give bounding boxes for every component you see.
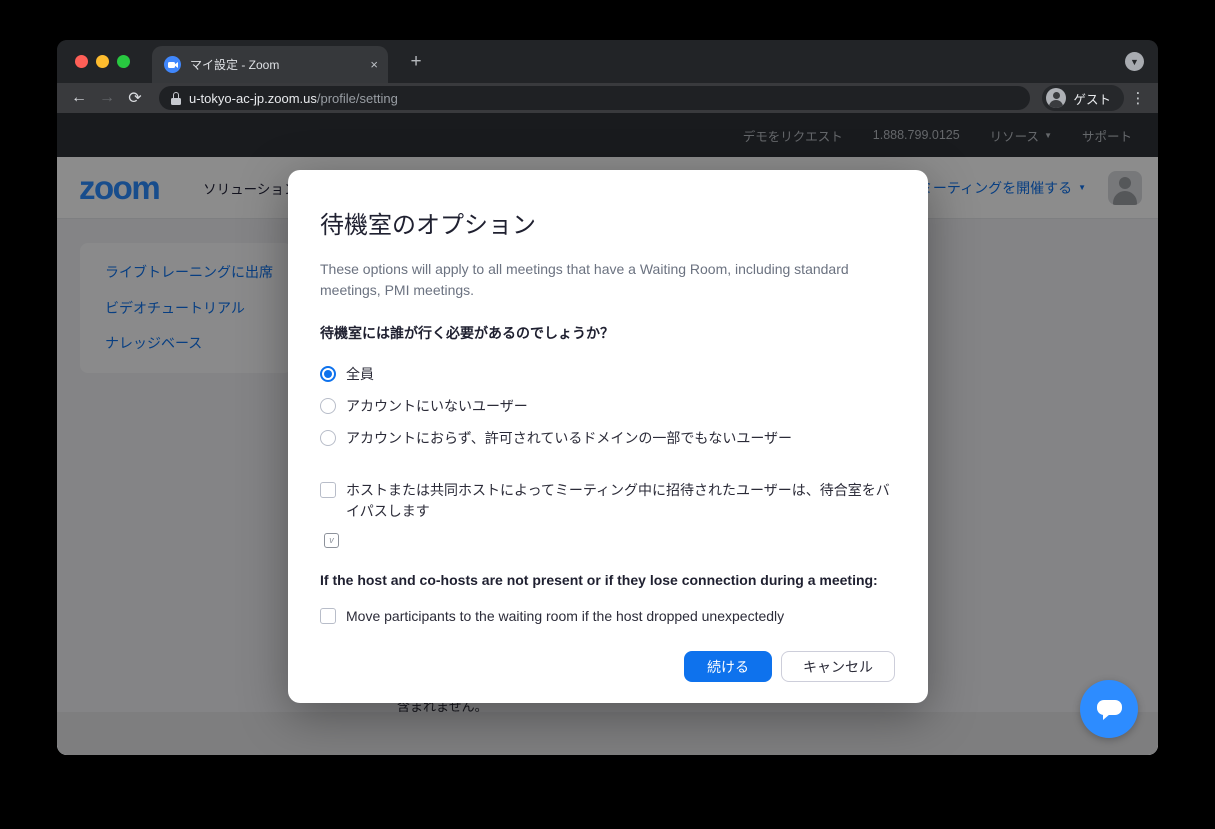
lock-icon	[171, 92, 181, 105]
guest-avatar-icon	[1046, 88, 1066, 108]
radio-button-icon[interactable]	[320, 430, 336, 446]
radio-button-icon[interactable]	[320, 398, 336, 414]
maximize-window-button[interactable]	[117, 55, 130, 68]
profile-button[interactable]: ゲスト	[1042, 85, 1124, 111]
radio-option-everyone[interactable]: 全員	[320, 358, 896, 390]
continue-button[interactable]: 続ける	[684, 651, 772, 682]
close-tab-button[interactable]: ×	[370, 58, 378, 71]
waiting-room-options-dialog: 待機室のオプション These options will apply to al…	[288, 170, 928, 703]
small-v-icon: v	[324, 533, 339, 548]
checkbox-icon[interactable]	[320, 608, 336, 624]
chevron-down-icon: ▼	[1130, 57, 1139, 67]
minimize-window-button[interactable]	[96, 55, 109, 68]
tab-title: マイ設定 - Zoom	[190, 56, 361, 73]
dialog-title: 待機室のオプション	[320, 205, 896, 240]
reload-button[interactable]: ⟳	[123, 88, 147, 108]
dialog-footer: 続ける キャンセル	[684, 651, 895, 682]
radio-button-icon[interactable]	[320, 366, 336, 382]
dialog-description: These options will apply to all meetings…	[320, 259, 868, 302]
browser-window: マイ設定 - Zoom × + ▼ ← → ⟳ u-tokyo-ac-jp.zo…	[57, 40, 1158, 755]
radio-option-users-not-in-account[interactable]: アカウントにいないユーザー	[320, 390, 896, 422]
zoom-settings-page: デモをリクエスト 1.888.799.0125 リソース▼ サポート zoom …	[57, 113, 1158, 755]
checkbox-label: Move participants to the waiting room if…	[346, 606, 784, 627]
browser-tab[interactable]: マイ設定 - Zoom ×	[152, 46, 388, 83]
url-text: u-tokyo-ac-jp.zoom.us/profile/setting	[189, 91, 398, 106]
checkbox-bypass-waiting-room[interactable]: ホストまたは共同ホストによってミーティング中に招待されたユーザーは、待合室をバイ…	[320, 480, 896, 522]
radio-label: アカウントにいないユーザー	[346, 396, 528, 416]
desktop-background: マイ設定 - Zoom × + ▼ ← → ⟳ u-tokyo-ac-jp.zo…	[0, 0, 1215, 829]
chat-launcher-button[interactable]	[1080, 680, 1138, 738]
radio-label: アカウントにおらず、許可されているドメインの一部でもないユーザー	[346, 428, 792, 448]
cancel-button[interactable]: キャンセル	[781, 651, 895, 682]
host-absent-heading: If the host and co-hosts are not present…	[320, 572, 896, 588]
back-button[interactable]: ←	[67, 89, 91, 107]
browser-toolbar: ← → ⟳ u-tokyo-ac-jp.zoom.us/profile/sett…	[57, 83, 1158, 113]
tab-strip: マイ設定 - Zoom × + ▼	[57, 40, 1158, 83]
tab-search-button[interactable]: ▼	[1125, 52, 1144, 71]
close-window-button[interactable]	[75, 55, 88, 68]
window-controls	[75, 40, 130, 83]
zoom-favicon-icon	[164, 56, 181, 73]
browser-menu-button[interactable]: ⋮	[1128, 89, 1148, 107]
chat-bubble-icon	[1097, 700, 1122, 715]
url-domain: u-tokyo-ac-jp.zoom.us	[189, 91, 317, 106]
guest-label: ゲスト	[1073, 89, 1111, 108]
url-path: /profile/setting	[317, 91, 398, 106]
new-tab-button[interactable]: +	[404, 50, 428, 74]
checkbox-label: ホストまたは共同ホストによってミーティング中に招待されたユーザーは、待合室をバイ…	[346, 480, 896, 522]
checkbox-move-participants[interactable]: Move participants to the waiting room if…	[320, 606, 896, 627]
radio-label: 全員	[346, 364, 374, 384]
radio-option-users-not-in-domain[interactable]: アカウントにおらず、許可されているドメインの一部でもないユーザー	[320, 422, 896, 454]
checkbox-icon[interactable]	[320, 482, 336, 498]
forward-button[interactable]: →	[95, 89, 119, 107]
url-bar[interactable]: u-tokyo-ac-jp.zoom.us/profile/setting	[159, 86, 1030, 110]
dialog-question: 待機室には誰が行く必要があるのでしょうか？	[320, 323, 896, 343]
